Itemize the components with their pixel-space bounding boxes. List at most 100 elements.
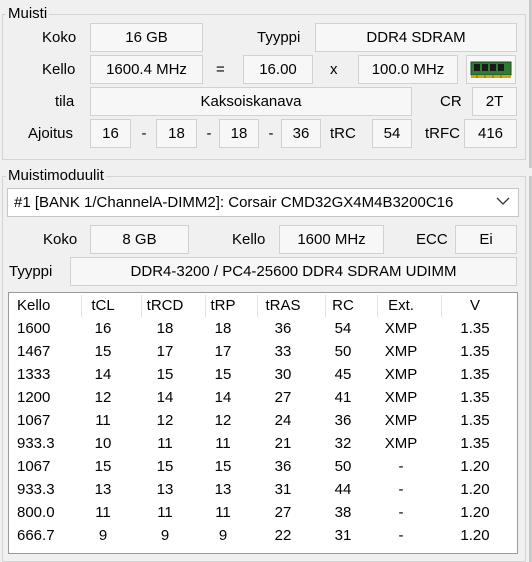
header-divider: [205, 295, 206, 317]
table-row[interactable]: 933.3 13 13 13 31 44 - 1.20: [9, 478, 517, 501]
table-row[interactable]: 1067 11 12 12 24 36 XMP 1.35: [9, 409, 517, 432]
cell-tcl: 11: [95, 504, 111, 521]
timing-table[interactable]: Kello tCL tRCD tRP tRAS RC Ext. V 1600 16…: [8, 292, 518, 554]
cell-tcl: 11: [95, 412, 111, 429]
cell-rc: 50: [334, 458, 352, 475]
timing-ras: 36: [281, 119, 321, 148]
cell-ext: XMP: [384, 435, 418, 452]
timing-rp: 18: [219, 119, 259, 148]
cell-clock: 1200: [17, 389, 51, 406]
cell-trp: 9: [218, 527, 228, 544]
cell-ext: -: [398, 504, 404, 521]
cell-tcl: 15: [94, 343, 112, 360]
cell-ext: XMP: [384, 389, 418, 406]
cell-tcl: 9: [98, 527, 108, 544]
cell-tras: 22: [274, 527, 292, 544]
table-row[interactable]: 1600 16 18 18 36 54 XMP 1.35: [9, 317, 517, 340]
cell-ext: XMP: [384, 343, 418, 360]
trfc-label: tRFC: [425, 125, 460, 142]
header-tcl[interactable]: tCL: [73, 293, 133, 317]
header-divider: [141, 295, 142, 317]
memory-type-value: DDR4 SDRAM: [315, 23, 517, 52]
table-row[interactable]: 1333 14 15 15 30 45 XMP 1.35: [9, 363, 517, 386]
module-type-value: DDR4-3200 / PC4-25600 DDR4 SDRAM UDIMM: [70, 257, 517, 286]
table-row[interactable]: 1200 12 14 14 27 41 XMP 1.35: [9, 386, 517, 409]
module-type-label: Tyyppi: [9, 263, 53, 280]
cell-clock: 1067: [17, 458, 51, 475]
cell-rc: 41: [334, 389, 352, 406]
bus-clock-value: 100.0 MHz: [358, 55, 458, 84]
cell-tcl: 16: [94, 320, 112, 337]
cell-clock: 1067: [17, 412, 51, 429]
cell-tcl: 15: [94, 458, 112, 475]
cell-tras: 36: [274, 458, 292, 475]
cell-trcd: 15: [156, 458, 174, 475]
header-divider: [377, 295, 378, 317]
header-clock[interactable]: Kello: [9, 293, 73, 317]
module-select-value: #1 [BANK 1/ChannelA-DIMM2]: Corsair CMD3…: [14, 194, 454, 211]
cell-trcd: 9: [160, 527, 170, 544]
cell-trp: 14: [214, 389, 232, 406]
table-row[interactable]: 800.0 11 11 11 27 38 - 1.20: [9, 501, 517, 524]
cell-voltage: 1.35: [460, 389, 490, 406]
header-tras[interactable]: tRAS: [249, 293, 317, 317]
table-row[interactable]: 1467 15 17 17 33 50 XMP 1.35: [9, 340, 517, 363]
cell-clock: 933.3: [17, 435, 55, 452]
cell-ext: XMP: [384, 366, 418, 383]
cell-tcl: 14: [94, 366, 112, 383]
timing-rcd: 18: [156, 119, 197, 148]
cr-value: 2T: [472, 87, 517, 116]
modules-group-title: Muistimoduulit: [6, 167, 106, 185]
header-voltage[interactable]: V: [433, 293, 517, 317]
cell-ext: XMP: [384, 320, 418, 337]
memory-group-title: Muisti: [6, 5, 50, 23]
cell-ext: -: [398, 527, 404, 544]
cell-trp: 13: [214, 481, 232, 498]
cell-voltage: 1.20: [460, 504, 490, 521]
cell-trp: 11: [215, 504, 231, 521]
cell-trcd: 11: [157, 435, 173, 452]
cell-tcl: 12: [94, 389, 112, 406]
memory-size-value: 16 GB: [90, 23, 203, 52]
cell-trp: 12: [214, 412, 232, 429]
channel-mode-label: tila: [55, 93, 75, 110]
chevron-down-icon: [496, 197, 510, 205]
table-row[interactable]: 666.7 9 9 9 22 31 - 1.20: [9, 524, 517, 547]
cell-trcd: 11: [157, 504, 173, 521]
timing-label: Ajoitus: [28, 125, 74, 142]
module-select[interactable]: #1 [BANK 1/ChannelA-DIMM2]: Corsair CMD3…: [7, 188, 519, 217]
cell-trcd: 12: [156, 412, 174, 429]
cell-clock: 1467: [17, 343, 51, 360]
cell-tras: 21: [274, 435, 292, 452]
times-sign: x: [330, 61, 338, 78]
header-trcd[interactable]: tRCD: [133, 293, 197, 317]
header-divider: [325, 295, 326, 317]
module-ecc-value: Ei: [455, 225, 517, 254]
cell-clock: 800.0: [17, 504, 55, 521]
cr-label: CR: [440, 93, 462, 110]
cell-rc: 50: [334, 343, 352, 360]
cell-ext: XMP: [384, 412, 418, 429]
table-row[interactable]: 1067 15 15 15 36 50 - 1.20: [9, 455, 517, 478]
module-size-label: Koko: [43, 231, 78, 248]
trc-label: tRC: [330, 125, 356, 142]
header-ext[interactable]: Ext.: [369, 293, 433, 317]
cell-tras: 24: [274, 412, 292, 429]
memory-clock-label: Kello: [42, 61, 76, 78]
header-divider: [81, 295, 82, 317]
timing-dash: -: [141, 125, 147, 142]
table-row[interactable]: 933.3 10 11 11 21 32 XMP 1.35: [9, 432, 517, 455]
cell-trcd: 18: [156, 320, 174, 337]
module-clock-value: 1600 MHz: [279, 225, 384, 254]
cell-tcl: 10: [94, 435, 112, 452]
cell-trp: 11: [215, 435, 231, 452]
cell-rc: 36: [334, 412, 352, 429]
cell-clock: 1333: [17, 366, 51, 383]
cell-trcd: 15: [156, 366, 174, 383]
memory-clock-value: 1600.4 MHz: [90, 55, 203, 84]
trfc-value: 416: [464, 119, 517, 148]
cell-voltage: 1.35: [460, 435, 490, 452]
multiplier-value: 16.00: [243, 55, 313, 84]
cell-clock: 933.3: [17, 481, 55, 498]
module-size-value: 8 GB: [90, 225, 189, 254]
